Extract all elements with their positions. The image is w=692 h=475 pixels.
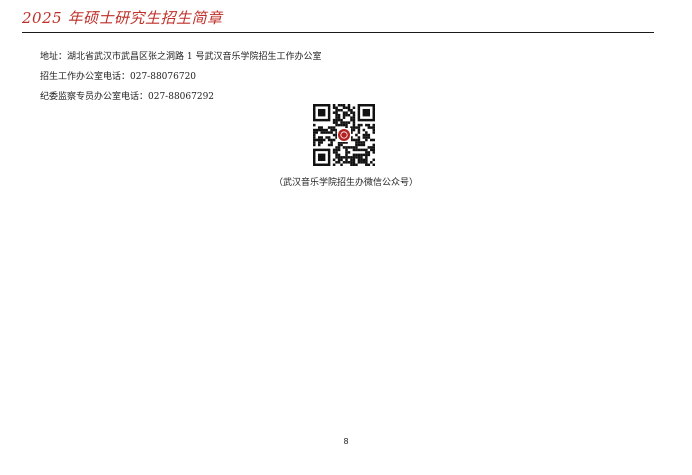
qr-code-icon [313,104,375,166]
qr-caption: （武汉音乐学院招生办微信公众号） [273,178,418,188]
discipline-phone-line: 纪委监察专员办公室电话：027-88067292 [40,92,215,102]
school-emblem-icon [337,128,351,142]
address-line: 地址：湖北省武汉市武昌区张之洞路 1 号武汉音乐学院招生工作办公室 [40,52,322,62]
admissions-phone-line: 招生工作办公室电话：027-88076720 [40,72,197,82]
page-number: 8 [343,437,349,446]
header-title: 2025 年硕士研究生招生简章 [22,9,223,27]
header-divider [22,32,654,33]
